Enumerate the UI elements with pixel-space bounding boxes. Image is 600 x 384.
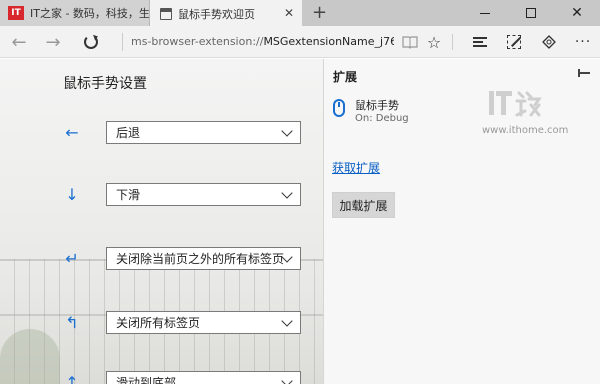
- url-host: MSGextensionName_j76ea4dfmytt: [263, 35, 394, 48]
- share-icon: [542, 35, 556, 49]
- chevron-down-icon: [281, 187, 293, 199]
- book-icon: [402, 36, 418, 49]
- close-window-button[interactable]: ✕: [554, 0, 600, 26]
- extension-name: 鼠标手势: [355, 99, 399, 112]
- chevron-down-icon: [281, 375, 293, 384]
- select-value: 滑动到底部: [116, 376, 177, 384]
- ithome-favicon-icon: IT: [8, 6, 24, 20]
- gesture-action-select[interactable]: 后退: [106, 121, 301, 144]
- ithome-watermark-logo: [489, 91, 542, 117]
- gesture-action-select[interactable]: 滑动到底部: [106, 371, 301, 384]
- chevron-down-icon: [281, 315, 293, 327]
- load-extension-button[interactable]: 加载扩展: [332, 192, 395, 218]
- minimize-icon: [480, 12, 490, 14]
- chevron-down-icon: [281, 125, 293, 137]
- page-icon: [160, 7, 172, 20]
- navigation-bar: ← → ms-browser-extension://MSGextensionN…: [0, 26, 600, 58]
- address-bar[interactable]: ms-browser-extension://MSGextensionName_…: [122, 33, 394, 51]
- gesture-row: ↓ 下滑: [0, 183, 323, 207]
- more-button[interactable]: ···: [571, 30, 595, 54]
- back-button[interactable]: ←: [8, 30, 30, 54]
- favorite-button[interactable]: ☆: [422, 30, 446, 54]
- refresh-button[interactable]: [80, 30, 102, 54]
- tab-label: IT之家 - 数码，科技，生活: [30, 7, 149, 20]
- arrow-left-icon: ←: [65, 123, 79, 142]
- maximize-icon: [526, 8, 536, 18]
- share-button[interactable]: [537, 30, 561, 54]
- page-content: 鼠标手势设置 ← 后退 ↓ 下滑 ↵ 关闭除当前页之外的所有标签页 ↰ 关闭所有…: [0, 59, 323, 384]
- arrow-up-icon: ↑: [65, 373, 79, 384]
- watermark-url: www.ithome.com: [482, 125, 569, 136]
- extension-item[interactable]: 鼠标手势 On: Debug: [333, 97, 483, 127]
- extension-status: On: Debug: [355, 113, 409, 124]
- arrow-down-left-icon: ↵: [65, 249, 79, 268]
- arrow-up-left-icon: ↰: [65, 313, 79, 332]
- refresh-icon: [84, 35, 98, 49]
- select-value: 下滑: [116, 188, 141, 202]
- hub-icon: [473, 37, 487, 47]
- hub-button[interactable]: [468, 30, 492, 54]
- gesture-action-select[interactable]: 关闭所有标签页: [106, 311, 301, 334]
- gesture-row: ↑ 滑动到底部: [0, 371, 323, 384]
- select-value: 关闭所有标签页: [116, 316, 201, 330]
- gesture-row: ← 后退: [0, 121, 323, 145]
- mouse-icon: [333, 99, 345, 117]
- gesture-action-select[interactable]: 关闭除当前页之外的所有标签页: [106, 247, 301, 270]
- select-value: 后退: [116, 126, 141, 140]
- reading-view-button[interactable]: [398, 30, 422, 54]
- url-scheme: ms-browser-extension://: [131, 35, 264, 48]
- select-value: 关闭除当前页之外的所有标签页: [116, 252, 285, 266]
- panel-title: 扩展: [333, 70, 358, 84]
- tab-bar: IT IT之家 - 数码，科技，生活 鼠标手势欢迎页 ✕ + ✕: [0, 0, 600, 27]
- tab-ithome[interactable]: IT IT之家 - 数码，科技，生活: [0, 0, 150, 26]
- arrow-down-icon: ↓: [65, 185, 79, 204]
- gesture-action-select[interactable]: 下滑: [106, 183, 301, 206]
- gesture-row: ↵ 关闭除当前页之外的所有标签页: [0, 247, 323, 271]
- minimize-button[interactable]: [462, 0, 508, 26]
- extensions-panel: 扩展 鼠标手势 On: Debug 获取扩展 加载扩展: [323, 59, 600, 384]
- gesture-row: ↰ 关闭所有标签页: [0, 311, 323, 335]
- web-note-button[interactable]: [502, 30, 526, 54]
- get-extensions-link[interactable]: 获取扩展: [332, 159, 380, 176]
- page-title: 鼠标手势设置: [63, 76, 147, 92]
- tab-gesture-welcome[interactable]: 鼠标手势欢迎页 ✕: [150, 0, 302, 27]
- toolbar-divider: [452, 34, 453, 50]
- new-tab-button[interactable]: +: [312, 2, 327, 23]
- web-note-icon: [507, 35, 521, 49]
- forward-button[interactable]: →: [42, 30, 64, 54]
- pin-icon[interactable]: [578, 69, 590, 77]
- close-icon: ✕: [571, 5, 583, 21]
- maximize-button[interactable]: [508, 0, 554, 26]
- close-tab-icon[interactable]: ✕: [284, 6, 294, 20]
